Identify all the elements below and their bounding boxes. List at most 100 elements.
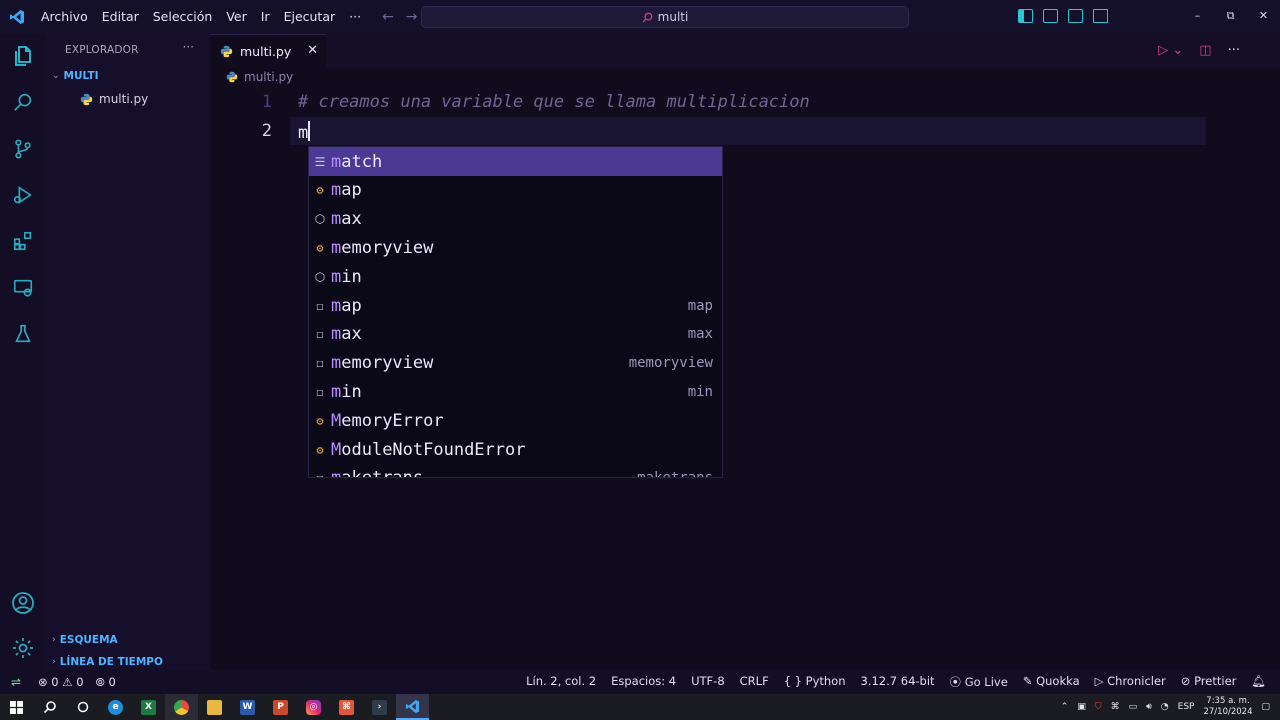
tray-app-icon[interactable]: ▣ [1077,702,1086,712]
folder-multi[interactable]: ⌄ MULTI [52,70,99,82]
file-explorer-icon[interactable] [198,694,231,720]
run-python-icon[interactable]: ▷ ⌄ [1158,43,1183,58]
encoding[interactable]: UTF-8 [691,674,725,690]
remote-explorer-icon[interactable] [10,275,36,301]
edge-icon[interactable]: e [99,694,132,720]
prettier-button[interactable]: ⊘ Prettier [1181,674,1237,690]
suggestion-item[interactable]: ☐maketransmaketrans [309,464,722,477]
word-icon[interactable]: W [231,694,264,720]
suggestion-item[interactable]: ⬡ max [309,205,722,234]
menu-editar[interactable]: Editar [95,0,146,34]
back-arrow-icon[interactable]: ← [382,9,394,25]
go-live-button[interactable]: ⦿ Go Live [950,674,1008,690]
suggestion-item[interactable]: ☐ memoryview memoryview [309,349,722,378]
vscode-taskbar-icon[interactable] [396,694,429,720]
forward-arrow-icon[interactable]: → [406,9,418,25]
problems-indicator[interactable]: ⊗ 0 ⚠ 0 [38,675,84,690]
suggestion-item[interactable]: ☐ max max [309,320,722,349]
close-window-button[interactable]: ✕ [1247,0,1280,34]
suggestion-item[interactable]: ☰ match [309,147,722,176]
suggestion-item[interactable]: ⚙ MemoryError [309,406,722,435]
explorer-icon[interactable] [10,43,36,69]
powerpoint-icon[interactable]: P [264,694,297,720]
app-orange-icon[interactable]: ⌘ [330,694,363,720]
toggle-panel-icon[interactable] [1043,9,1058,23]
outline-section[interactable]: › ESQUEMA [52,634,118,646]
menu-ver[interactable]: Ver [219,0,253,34]
terminal-icon[interactable]: › [363,694,396,720]
tray-chevron-up-icon[interactable]: ⌃ [1061,702,1069,712]
suggestion-detail: maketrans [637,470,713,477]
indentation[interactable]: Espacios: 4 [611,674,676,690]
suggestion-item[interactable]: ⚙ map [309,176,722,205]
chrome-icon[interactable] [165,694,198,720]
source-control-icon[interactable] [10,136,36,162]
suggestion-item[interactable]: ⚙ memoryview [309,233,722,262]
run-debug-icon[interactable] [10,182,36,208]
customize-layout-icon[interactable] [1093,9,1108,23]
suggestion-item[interactable]: ⚙ ModuleNotFoundError [309,435,722,464]
suggestion-item[interactable]: ☐ min min [309,377,722,406]
ports-indicator[interactable]: ⦾ 0 [96,675,116,690]
notification-center-icon[interactable]: ▢ [1261,702,1270,712]
quokka-button[interactable]: ✎ Quokka [1023,674,1080,690]
line-endings[interactable]: CRLF [740,674,769,690]
sidebar-more-button[interactable]: ··· [183,40,194,54]
snippet-icon: ☐ [309,471,331,477]
menu-more[interactable]: ··· [342,0,368,34]
menu-ir[interactable]: Ir [254,0,277,34]
suggestion-item[interactable]: ⬡ min [309,262,722,291]
suggestion-label: max [331,209,362,230]
cursor-position[interactable]: Lín. 2, col. 2 [526,674,596,690]
function-icon: ⚙ [316,183,324,198]
python-interpreter[interactable]: 3.12.7 64-bit [861,674,935,690]
vscode-logo-icon[interactable] [0,0,34,34]
wifi-icon[interactable]: ◔ [1161,702,1169,712]
close-icon[interactable]: ✕ [307,43,318,58]
split-editor-icon[interactable]: ◫ [1199,43,1211,58]
tab-multi-py[interactable]: multi.py ✕ [210,34,326,68]
testing-icon[interactable] [10,321,36,347]
chronicler-button[interactable]: ▷ Chronicler [1095,674,1166,690]
file-item-multi-py[interactable]: multi.py [80,92,148,106]
command-center-search[interactable]: multi [421,6,909,28]
nav-arrows: ← → [382,9,417,25]
toggle-sidebar-icon[interactable] [1018,9,1033,23]
volume-icon[interactable]: 🔊︎ [1146,702,1152,712]
account-icon[interactable] [10,590,36,616]
snippet-icon: ☐ [316,298,324,313]
restore-button[interactable]: ⧉ [1214,0,1247,34]
notifications-bell-icon[interactable]: 🔔︎ [1251,674,1266,690]
clock-time: 7:35 a. m. [1206,696,1250,706]
task-view-icon[interactable] [66,694,99,720]
antivirus-shield-icon[interactable]: ⛉ [1095,702,1102,712]
breadcrumb[interactable]: multi.py [226,70,293,84]
network-icon[interactable]: ⌘ [1111,702,1120,712]
taskbar-search-icon[interactable] [33,694,66,720]
toggle-secondary-sidebar-icon[interactable] [1068,9,1083,23]
instagram-icon[interactable]: ◎ [297,694,330,720]
system-tray: ⌃ ▣ ⛉ ⌘ ▭ 🔊︎ ◔ ESP 7:35 a. m. 27/10/2024 … [1061,694,1270,720]
snippet-icon: ☐ [316,356,324,371]
battery-icon[interactable]: ▭ [1129,702,1138,712]
excel-icon[interactable]: X [132,694,165,720]
language-mode[interactable]: { } Python [784,674,846,690]
minimize-button[interactable]: – [1181,0,1214,34]
timeline-section[interactable]: › LÍNEA DE TIEMPO [52,656,163,668]
suggestion-item[interactable]: ☐ map map [309,291,722,320]
search-icon[interactable] [10,89,36,115]
more-actions-icon[interactable]: ··· [1228,43,1240,58]
menu-archivo[interactable]: Archivo [34,0,95,34]
menu-seleccion[interactable]: Selección [146,0,220,34]
remote-indicator-icon[interactable]: ⇌ [0,670,32,694]
extensions-icon[interactable] [10,228,36,254]
settings-gear-icon[interactable] [10,635,36,661]
clock[interactable]: 7:35 a. m. 27/10/2024 [1203,696,1252,718]
windows-taskbar: e X W P ◎ ⌘ › ⌃ ▣ ⛉ ⌘ ▭ 🔊︎ ◔ ESP 7:35 a.… [0,694,1280,720]
code-line-current[interactable]: m [298,121,311,143]
code-line-comment[interactable]: # creamos una variable que se llama mult… [298,92,810,112]
warning-count: 0 [76,674,84,689]
menu-ejecutar[interactable]: Ejecutar [277,0,343,34]
input-language[interactable]: ESP [1178,702,1195,712]
windows-start-icon[interactable] [0,694,33,720]
